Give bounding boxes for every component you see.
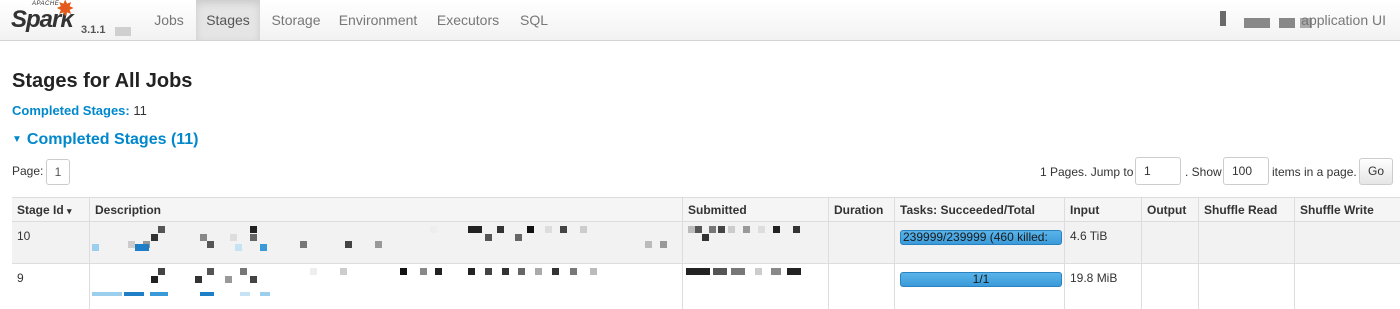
output-cell: [1141, 222, 1198, 263]
header-shuffle-read[interactable]: Shuffle Read: [1198, 198, 1294, 221]
jump-to-page-input[interactable]: 1: [1135, 157, 1181, 185]
redacted-text: [1220, 11, 1226, 26]
application-ui-label: application UI: [1301, 12, 1386, 28]
spark-version: 3.1.1: [81, 24, 106, 36]
page-title: Stages for All Jobs: [12, 70, 193, 92]
shuffle-write-cell: [1294, 264, 1400, 309]
submitted-cell: [682, 264, 828, 309]
page-label: Page:: [12, 164, 44, 178]
shuffle-read-cell: [1198, 222, 1294, 263]
output-cell: [1141, 264, 1198, 309]
page-link-current[interactable]: 1: [46, 159, 70, 185]
submitted-cell: [682, 222, 828, 263]
spark-logo[interactable]: APACHE Spark ✸: [10, 0, 78, 37]
redacted-text: [1279, 18, 1295, 28]
stage-id-cell: 9: [17, 271, 24, 285]
go-button[interactable]: Go: [1359, 158, 1393, 185]
redacted-text: [115, 27, 131, 36]
input-cell: 4.6 TiB: [1064, 222, 1141, 263]
redacted-text: [1244, 18, 1270, 28]
tab-environment[interactable]: Environment: [331, 0, 425, 40]
tasks-progress-bar: 239999/239999 (460 killed:: [900, 230, 1062, 245]
tab-jobs[interactable]: Jobs: [141, 0, 197, 40]
top-navbar: APACHE Spark ✸ 3.1.1 Jobs Stages Storage…: [0, 0, 1400, 41]
duration-cell: [828, 264, 894, 309]
items-per-page-text: items in a page.: [1272, 165, 1357, 179]
pages-jump-text: 1 Pages. Jump to: [1040, 165, 1134, 179]
header-duration[interactable]: Duration: [828, 198, 894, 221]
table-row: 9 1/1 19.8 MiB: [12, 264, 1400, 309]
completed-stages-summary: Completed Stages: 11: [12, 103, 147, 118]
section-title: Completed Stages (11): [26, 131, 199, 148]
input-cell: 19.8 MiB: [1064, 264, 1141, 309]
table-header-row: Stage Id ▾ Description Submitted Duratio…: [12, 197, 1400, 222]
shuffle-write-cell: [1294, 222, 1400, 263]
caret-down-icon: ▼: [12, 134, 22, 145]
sort-desc-icon: ▾: [67, 206, 72, 216]
header-tasks[interactable]: Tasks: Succeeded/Total: [894, 198, 1064, 221]
tab-stages[interactable]: Stages: [196, 0, 260, 40]
items-per-page-input[interactable]: 100: [1223, 157, 1269, 185]
description-cell[interactable]: [89, 264, 682, 309]
duration-cell: [828, 222, 894, 263]
tab-sql[interactable]: SQL: [509, 0, 559, 40]
stage-id-cell: 10: [17, 229, 31, 243]
tasks-progress-bar: 1/1: [900, 272, 1062, 287]
completed-stages-count: 11: [133, 103, 147, 118]
show-text: . Show: [1185, 165, 1222, 179]
shuffle-read-cell: [1198, 264, 1294, 309]
header-description[interactable]: Description: [89, 198, 682, 221]
tasks-cell: 239999/239999 (460 killed:: [894, 222, 1064, 263]
tasks-cell: 1/1: [894, 264, 1064, 309]
header-shuffle-write[interactable]: Shuffle Write: [1294, 198, 1400, 221]
description-cell[interactable]: [89, 222, 682, 263]
header-output[interactable]: Output: [1141, 198, 1198, 221]
tab-storage[interactable]: Storage: [261, 0, 331, 40]
header-stage-id[interactable]: Stage Id ▾: [12, 198, 89, 221]
header-input[interactable]: Input: [1064, 198, 1141, 221]
completed-stages-toggle[interactable]: ▼ Completed Stages (11): [12, 131, 199, 149]
tab-executors[interactable]: Executors: [427, 0, 509, 40]
spark-star-icon: ✸: [56, 0, 75, 21]
table-row: 10 239999/239999 (460 killed: 4.6 TiB: [12, 222, 1400, 264]
header-submitted[interactable]: Submitted: [682, 198, 828, 221]
completed-stages-link[interactable]: Completed Stages:: [12, 103, 130, 118]
